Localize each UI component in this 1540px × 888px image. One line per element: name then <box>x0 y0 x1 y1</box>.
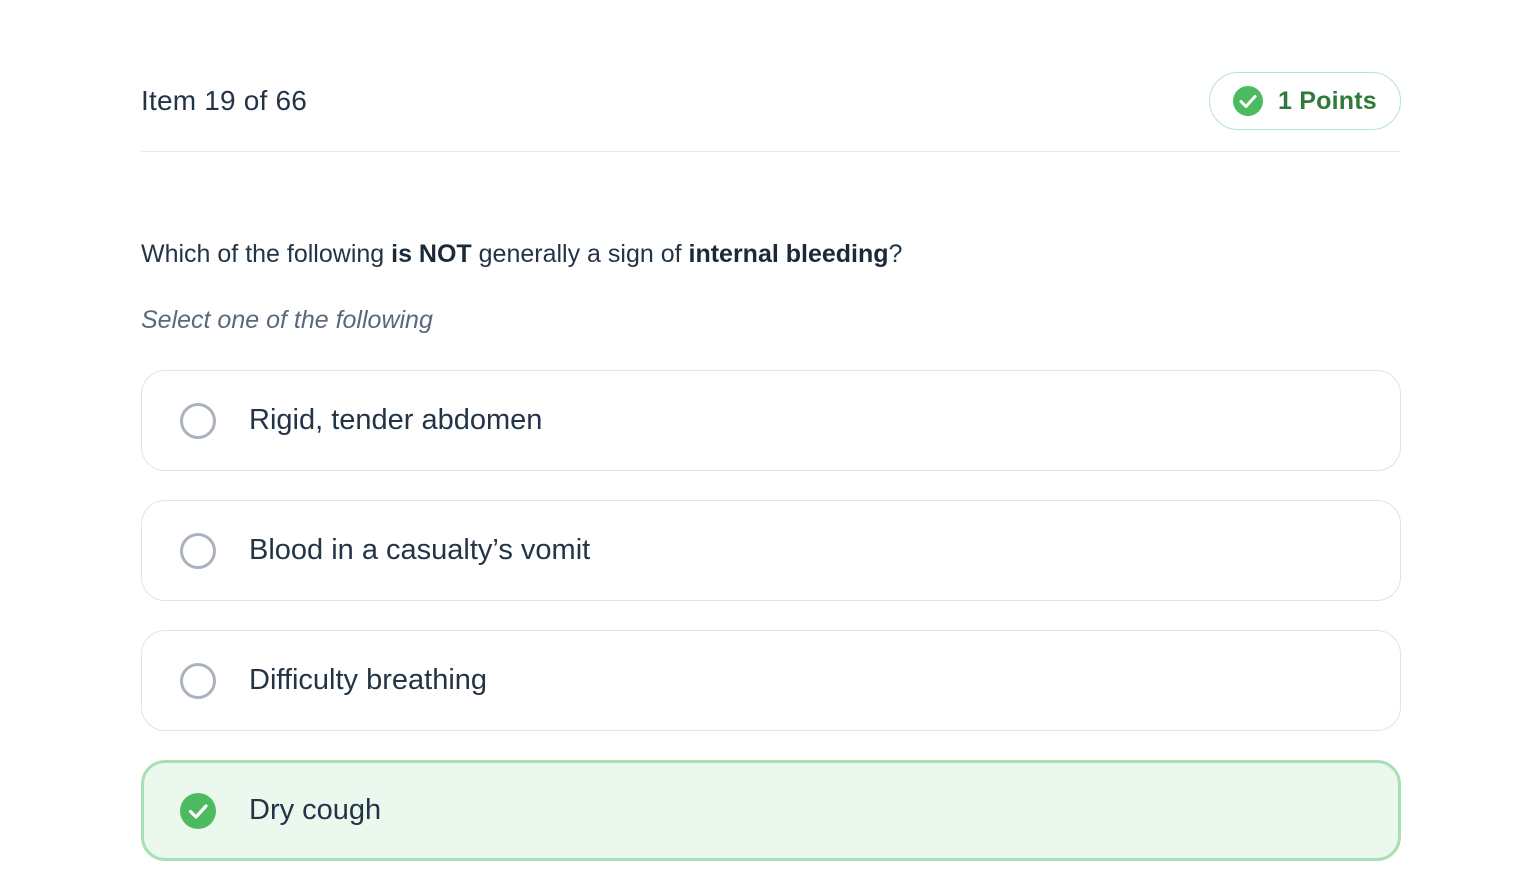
radio-button[interactable] <box>180 532 216 569</box>
question-part: ? <box>888 240 903 268</box>
instruction-text: Select one of the following <box>141 306 433 334</box>
answer-option-selected[interactable]: Dry cough <box>141 760 1401 861</box>
points-label: 1 Points <box>1278 86 1377 115</box>
points-badge: 1 Points <box>1209 72 1401 130</box>
question-text: Which of the following is NOT generally … <box>141 240 902 269</box>
answer-option[interactable]: Blood in a casualty’s vomit <box>141 500 1401 601</box>
check-circle-icon <box>1233 86 1263 116</box>
option-label: Difficulty breathing <box>249 664 488 696</box>
answer-option[interactable]: Rigid, tender abdomen <box>141 370 1401 471</box>
answer-options: Rigid, tender abdomen Blood in a casualt… <box>141 370 1401 888</box>
option-label: Blood in a casualty’s vomit <box>249 534 591 566</box>
item-header: Item 19 of 66 1 Points <box>141 72 1401 130</box>
question-emphasis: is NOT <box>391 240 472 268</box>
question-emphasis: internal bleeding <box>688 240 889 268</box>
check-circle-icon[interactable] <box>180 792 216 829</box>
option-label: Rigid, tender abdomen <box>249 404 543 436</box>
question-part: Which of the following <box>141 240 392 268</box>
radio-button[interactable] <box>180 402 216 439</box>
question-part: generally a sign of <box>471 240 689 268</box>
answer-option[interactable]: Difficulty breathing <box>141 630 1401 731</box>
quiz-page: Item 19 of 66 1 Points Which of the foll… <box>0 0 1540 888</box>
header-divider <box>141 151 1401 152</box>
option-label: Dry cough <box>249 794 382 826</box>
radio-button[interactable] <box>180 662 216 699</box>
item-counter: Item 19 of 66 <box>141 85 308 116</box>
